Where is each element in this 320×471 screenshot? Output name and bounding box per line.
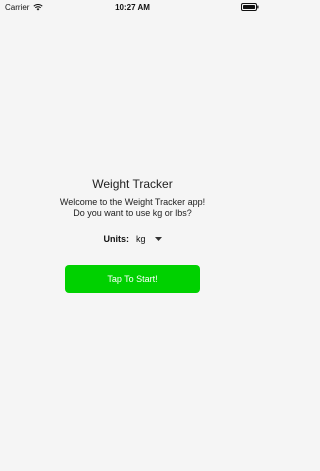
status-bar: Carrier 10:27 AM xyxy=(0,0,265,14)
welcome-message-line-2: Do you want to use kg or lbs? xyxy=(73,208,192,218)
page-title: Weight Tracker xyxy=(92,177,173,191)
battery-icon xyxy=(241,3,259,11)
welcome-message-line-1: Welcome to the Weight Tracker app! xyxy=(59,197,206,207)
chevron-down-icon xyxy=(154,237,162,241)
start-button-label: Tap To Start! xyxy=(107,274,158,284)
units-dropdown[interactable]: kg xyxy=(136,234,162,244)
units-selected-value: kg xyxy=(135,234,146,244)
units-row: Units: kg xyxy=(0,234,265,244)
units-label: Units: xyxy=(103,234,129,244)
start-button[interactable]: Tap To Start! xyxy=(65,265,200,293)
status-time: 10:27 AM xyxy=(115,3,150,12)
welcome-message: Welcome to the Weight Tracker app! Do yo… xyxy=(0,197,265,219)
